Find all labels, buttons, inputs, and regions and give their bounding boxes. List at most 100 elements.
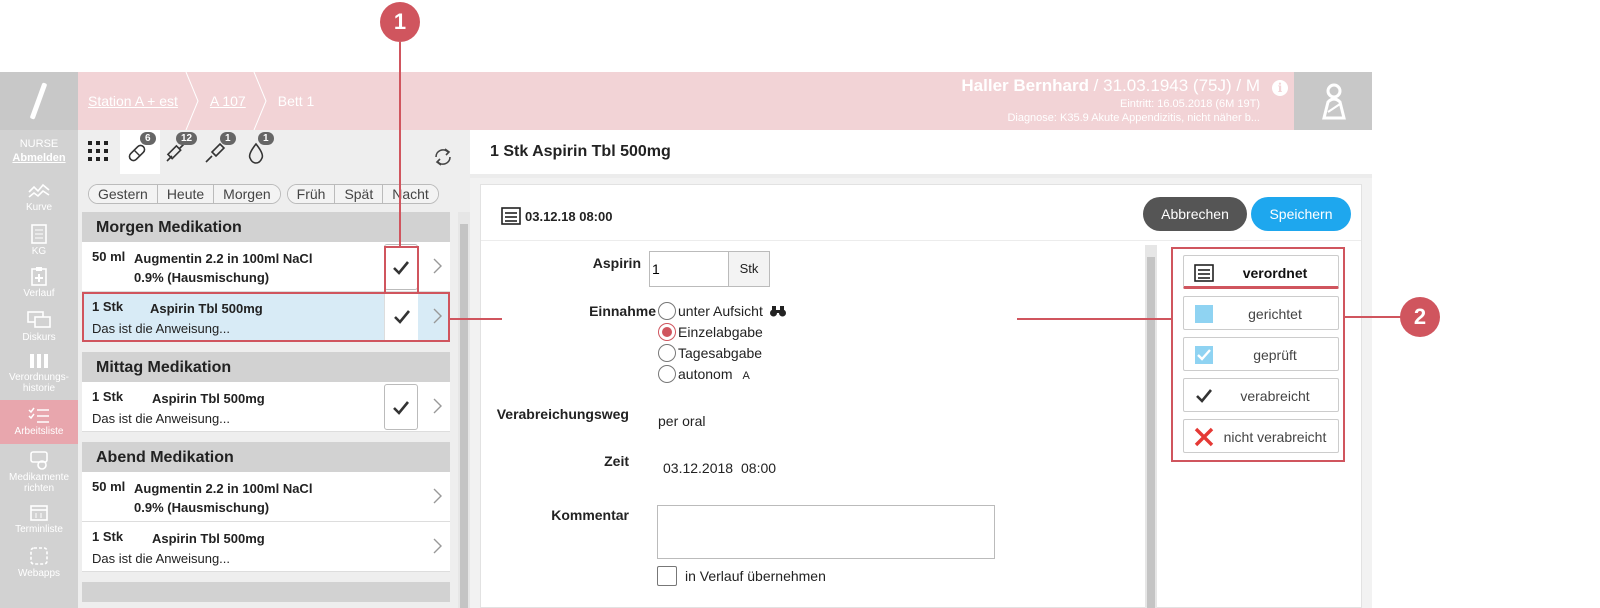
binoculars-icon xyxy=(769,306,786,317)
patient-header: Station A + est A 107 Bett 1 Haller Bern… xyxy=(0,72,1372,130)
breadcrumb-separator-icon xyxy=(253,72,267,130)
patient-avatar[interactable] xyxy=(1294,72,1372,130)
nav-item-diskurs[interactable]: Diskurs xyxy=(0,310,78,346)
refresh-icon[interactable] xyxy=(432,146,454,168)
route-label: Verabreichungsweg xyxy=(496,406,629,422)
pill-icon xyxy=(128,144,146,162)
diagnosis: Diagnose: K35.9 Akute Appendizitis, nich… xyxy=(1007,112,1260,124)
list-item[interactable]: 50 ml Augmentin 2.2 in 100ml NaCl 0.9% (H… xyxy=(82,472,450,522)
time-clock[interactable]: 08:00 xyxy=(741,460,776,476)
form-header: 03.12.18 08:00 Abbrechen Speichern xyxy=(481,185,1361,241)
nav-item-kg[interactable]: KG xyxy=(0,224,78,260)
chevron-right-icon[interactable] xyxy=(432,538,442,554)
radio-button-selected[interactable] xyxy=(658,323,676,341)
medication-icon xyxy=(30,451,48,470)
confirm-check-button[interactable] xyxy=(384,384,418,430)
checkmark-icon xyxy=(1196,389,1213,403)
chevron-right-icon[interactable] xyxy=(432,398,442,414)
filter-frueh[interactable]: Früh xyxy=(287,185,336,203)
save-button[interactable]: Speichern xyxy=(1251,197,1351,231)
nav-item-webapps[interactable]: Webapps xyxy=(0,546,78,582)
status-nicht-verabreicht-button[interactable]: nicht verabreicht xyxy=(1183,419,1339,453)
worklist-panel: 6 12 1 1 Gestern Heute Morgen Früh Spät … xyxy=(78,130,470,608)
breadcrumb-bed: Bett 1 xyxy=(277,93,315,109)
status-geprueft-button[interactable]: geprüft xyxy=(1183,337,1339,371)
patient-details: / 31.03.1943 (75J) / M xyxy=(1088,76,1260,95)
autonom-suffix: A xyxy=(742,370,750,382)
radio-einzelabgabe[interactable]: Einzelabgabe xyxy=(658,323,763,341)
nav-item-arbeitsliste[interactable]: Arbeitsliste xyxy=(0,400,78,444)
syringe-icon xyxy=(166,143,185,162)
pills-count-badge: 6 xyxy=(140,132,156,145)
group-header-morgen: Morgen Medikation xyxy=(82,212,450,242)
filter-gestern[interactable]: Gestern xyxy=(89,185,158,203)
status-verordnet-button[interactable]: verordnet xyxy=(1183,255,1339,289)
verlauf-checkbox-row[interactable]: in Verlauf übernehmen xyxy=(657,566,826,586)
grid-menu-icon[interactable] xyxy=(88,141,108,161)
nav-item-verordnungshistorie[interactable]: Verordnungs-historie xyxy=(0,352,78,398)
annotation-connector-left xyxy=(450,318,502,320)
breadcrumb-room[interactable]: A 107 xyxy=(200,72,268,130)
group-header-abend: Abend Medikation xyxy=(82,442,450,472)
breadcrumb: Station A + est A 107 Bett 1 xyxy=(78,72,336,130)
patient-name: Haller Bernhard xyxy=(961,76,1089,95)
app-logo[interactable] xyxy=(0,72,78,130)
chart-icon xyxy=(28,183,50,198)
radio-autonom[interactable]: autonom A xyxy=(658,365,750,383)
filter-nacht[interactable]: Nacht xyxy=(383,185,438,203)
status-button-group: verordnet gerichtet geprüft verabreicht … xyxy=(1171,247,1345,462)
admission-date: Eintritt: 16.05.2018 (6M 19T) xyxy=(1119,98,1260,110)
list-item-selected[interactable]: 1 Stk Aspirin Tbl 500mg Das ist die Anwe… xyxy=(82,292,450,342)
confirm-check-button[interactable] xyxy=(384,294,418,340)
nav-item-terminliste[interactable]: Terminliste xyxy=(0,504,78,540)
tab-syringe[interactable]: 12 xyxy=(162,130,202,174)
quantity-input[interactable] xyxy=(649,251,729,287)
form-scrollbar[interactable] xyxy=(1145,245,1157,608)
medication-label: Aspirin xyxy=(592,255,641,271)
breadcrumb-station[interactable]: Station A + est xyxy=(78,72,200,130)
detail-title: 1 Stk Aspirin Tbl 500mg xyxy=(490,143,671,160)
checkmark-icon xyxy=(393,401,410,415)
radio-button[interactable] xyxy=(658,302,676,320)
radio-button[interactable] xyxy=(658,365,676,383)
chevron-right-icon[interactable] xyxy=(432,308,442,324)
radio-unter-aufsicht[interactable]: unter Aufsicht xyxy=(658,302,787,320)
list-item[interactable]: 1 Stk Aspirin Tbl 500mg Das ist die Anwe… xyxy=(82,382,450,432)
red-x-icon xyxy=(1194,427,1214,447)
annotation-marker-2: 2 xyxy=(1400,297,1440,337)
time-date[interactable]: 03.12.2018 xyxy=(663,460,733,476)
nav-item-kurve[interactable]: Kurve xyxy=(0,182,78,218)
verlauf-checkbox[interactable] xyxy=(657,566,677,586)
tab-pen[interactable]: 1 xyxy=(202,130,242,174)
annotation-box-1 xyxy=(384,246,419,294)
filter-morgen[interactable]: Morgen xyxy=(214,185,280,203)
chevron-right-icon[interactable] xyxy=(432,258,442,274)
tab-drop[interactable]: 1 xyxy=(242,130,282,174)
nav-item-verlauf[interactable]: Verlauf xyxy=(0,266,78,302)
cancel-button[interactable]: Abbrechen xyxy=(1143,197,1247,231)
filter-spaet[interactable]: Spät xyxy=(335,185,384,203)
status-gerichtet-button[interactable]: gerichtet xyxy=(1183,296,1339,330)
time-label: Zeit xyxy=(604,453,629,469)
calendar-icon xyxy=(30,505,48,521)
info-icon[interactable]: i xyxy=(1272,80,1288,96)
radio-tagesabgabe[interactable]: Tagesabgabe xyxy=(658,344,762,362)
annotation-marker-1: 1 xyxy=(380,2,420,42)
checklist-icon xyxy=(28,407,49,423)
webapps-icon xyxy=(30,547,48,565)
comment-textarea[interactable] xyxy=(657,505,995,559)
chevron-right-icon[interactable] xyxy=(432,488,442,504)
tab-pills[interactable]: 6 xyxy=(120,130,160,174)
checked-square-icon xyxy=(1195,346,1213,364)
annotation-connector-right xyxy=(1017,318,1171,320)
logout-link[interactable]: Abmelden xyxy=(0,152,78,164)
radio-button[interactable] xyxy=(658,344,676,362)
drop-count-badge: 1 xyxy=(258,132,274,145)
pen-icon xyxy=(205,142,226,163)
status-verabreicht-button[interactable]: verabreicht xyxy=(1183,378,1339,412)
list-item[interactable]: 1 Stk Aspirin Tbl 500mg Das ist die Anwe… xyxy=(82,522,450,572)
group-header-mittag: Mittag Medikation xyxy=(82,352,450,382)
filter-heute[interactable]: Heute xyxy=(157,185,215,203)
nav-item-medikamente-richten[interactable]: Medikamente richten xyxy=(0,450,78,496)
breadcrumb-separator-icon xyxy=(185,72,199,130)
